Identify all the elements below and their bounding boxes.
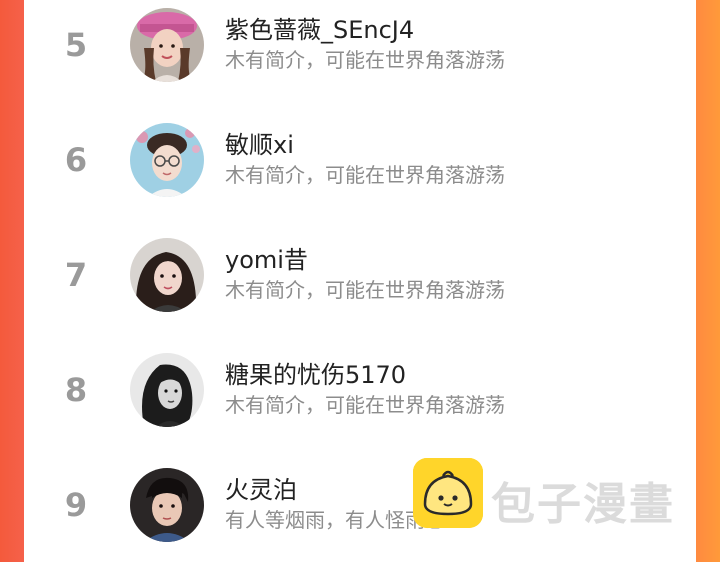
avatar-pink-hat-woman-icon [130,8,204,82]
user-name[interactable]: 糖果的忧伤5170 [225,355,406,390]
watermark-text: 包子漫畫 [491,479,675,530]
list-item[interactable]: 7 yomi昔 木有简介，可能在世界角落游荡 [24,230,696,330]
rank-number: 8 [64,371,88,409]
watermark: 包子漫畫 [413,458,703,530]
list-item[interactable]: 6 敏顺xi 木有简介，可能在世界角落游荡 [24,115,696,215]
user-bio: 木有简介，可能在世界角落游荡 [225,278,505,302]
rank-number: 7 [64,256,88,294]
list-item[interactable]: 8 糖果的忧伤5170 木有简介，可能在世界角落游荡 [24,345,696,445]
avatar[interactable] [130,123,204,197]
user-bio: 有人等烟雨，有人怪雨急 [225,508,445,532]
user-name[interactable]: 敏顺xi [225,125,294,160]
avatar-girl-dark-hair-icon [130,238,204,312]
user-bio: 木有简介，可能在世界角落游荡 [225,163,505,187]
user-name[interactable]: 火灵泊 [225,470,297,505]
avatar-boy-glasses-icon [130,123,204,197]
avatar-bw-woman-icon [130,353,204,427]
avatar-young-man-icon [130,468,204,542]
bun-mascot-icon [413,458,483,528]
user-name[interactable]: 紫色蔷薇_SEncJ4 [225,10,414,45]
avatar[interactable] [130,238,204,312]
avatar[interactable] [130,468,204,542]
user-bio: 木有简介，可能在世界角落游荡 [225,48,505,72]
user-name[interactable]: yomi昔 [225,240,308,275]
rank-number: 5 [64,26,88,64]
avatar[interactable] [130,8,204,82]
avatar[interactable] [130,353,204,427]
user-bio: 木有简介，可能在世界角落游荡 [225,393,505,417]
rank-number: 6 [64,141,88,179]
rank-number: 9 [64,486,88,524]
list-item[interactable]: 5 紫色蔷薇_SEncJ4 木有简介，可能在世界角落游荡 [24,0,696,100]
